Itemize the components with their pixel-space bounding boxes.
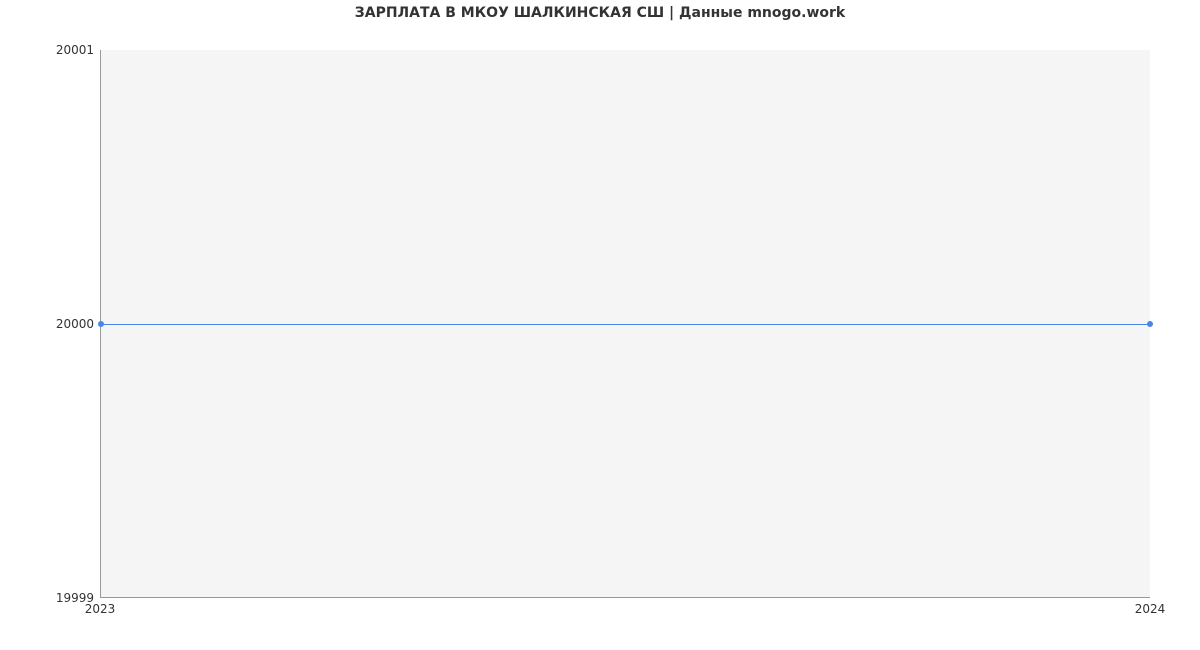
x-tick-label: 2024	[1135, 602, 1166, 616]
series-line	[101, 324, 1150, 325]
data-point	[98, 321, 104, 327]
x-tick-label: 2023	[85, 602, 116, 616]
chart-title: ЗАРПЛАТА В МКОУ ШАЛКИНСКАЯ СШ | Данные m…	[0, 5, 1200, 21]
y-tick-label: 20000	[56, 317, 94, 331]
data-point	[1147, 321, 1153, 327]
y-tick-label: 20001	[56, 43, 94, 57]
plot-area	[100, 50, 1150, 598]
chart-container: ЗАРПЛАТА В МКОУ ШАЛКИНСКАЯ СШ | Данные m…	[0, 0, 1200, 650]
